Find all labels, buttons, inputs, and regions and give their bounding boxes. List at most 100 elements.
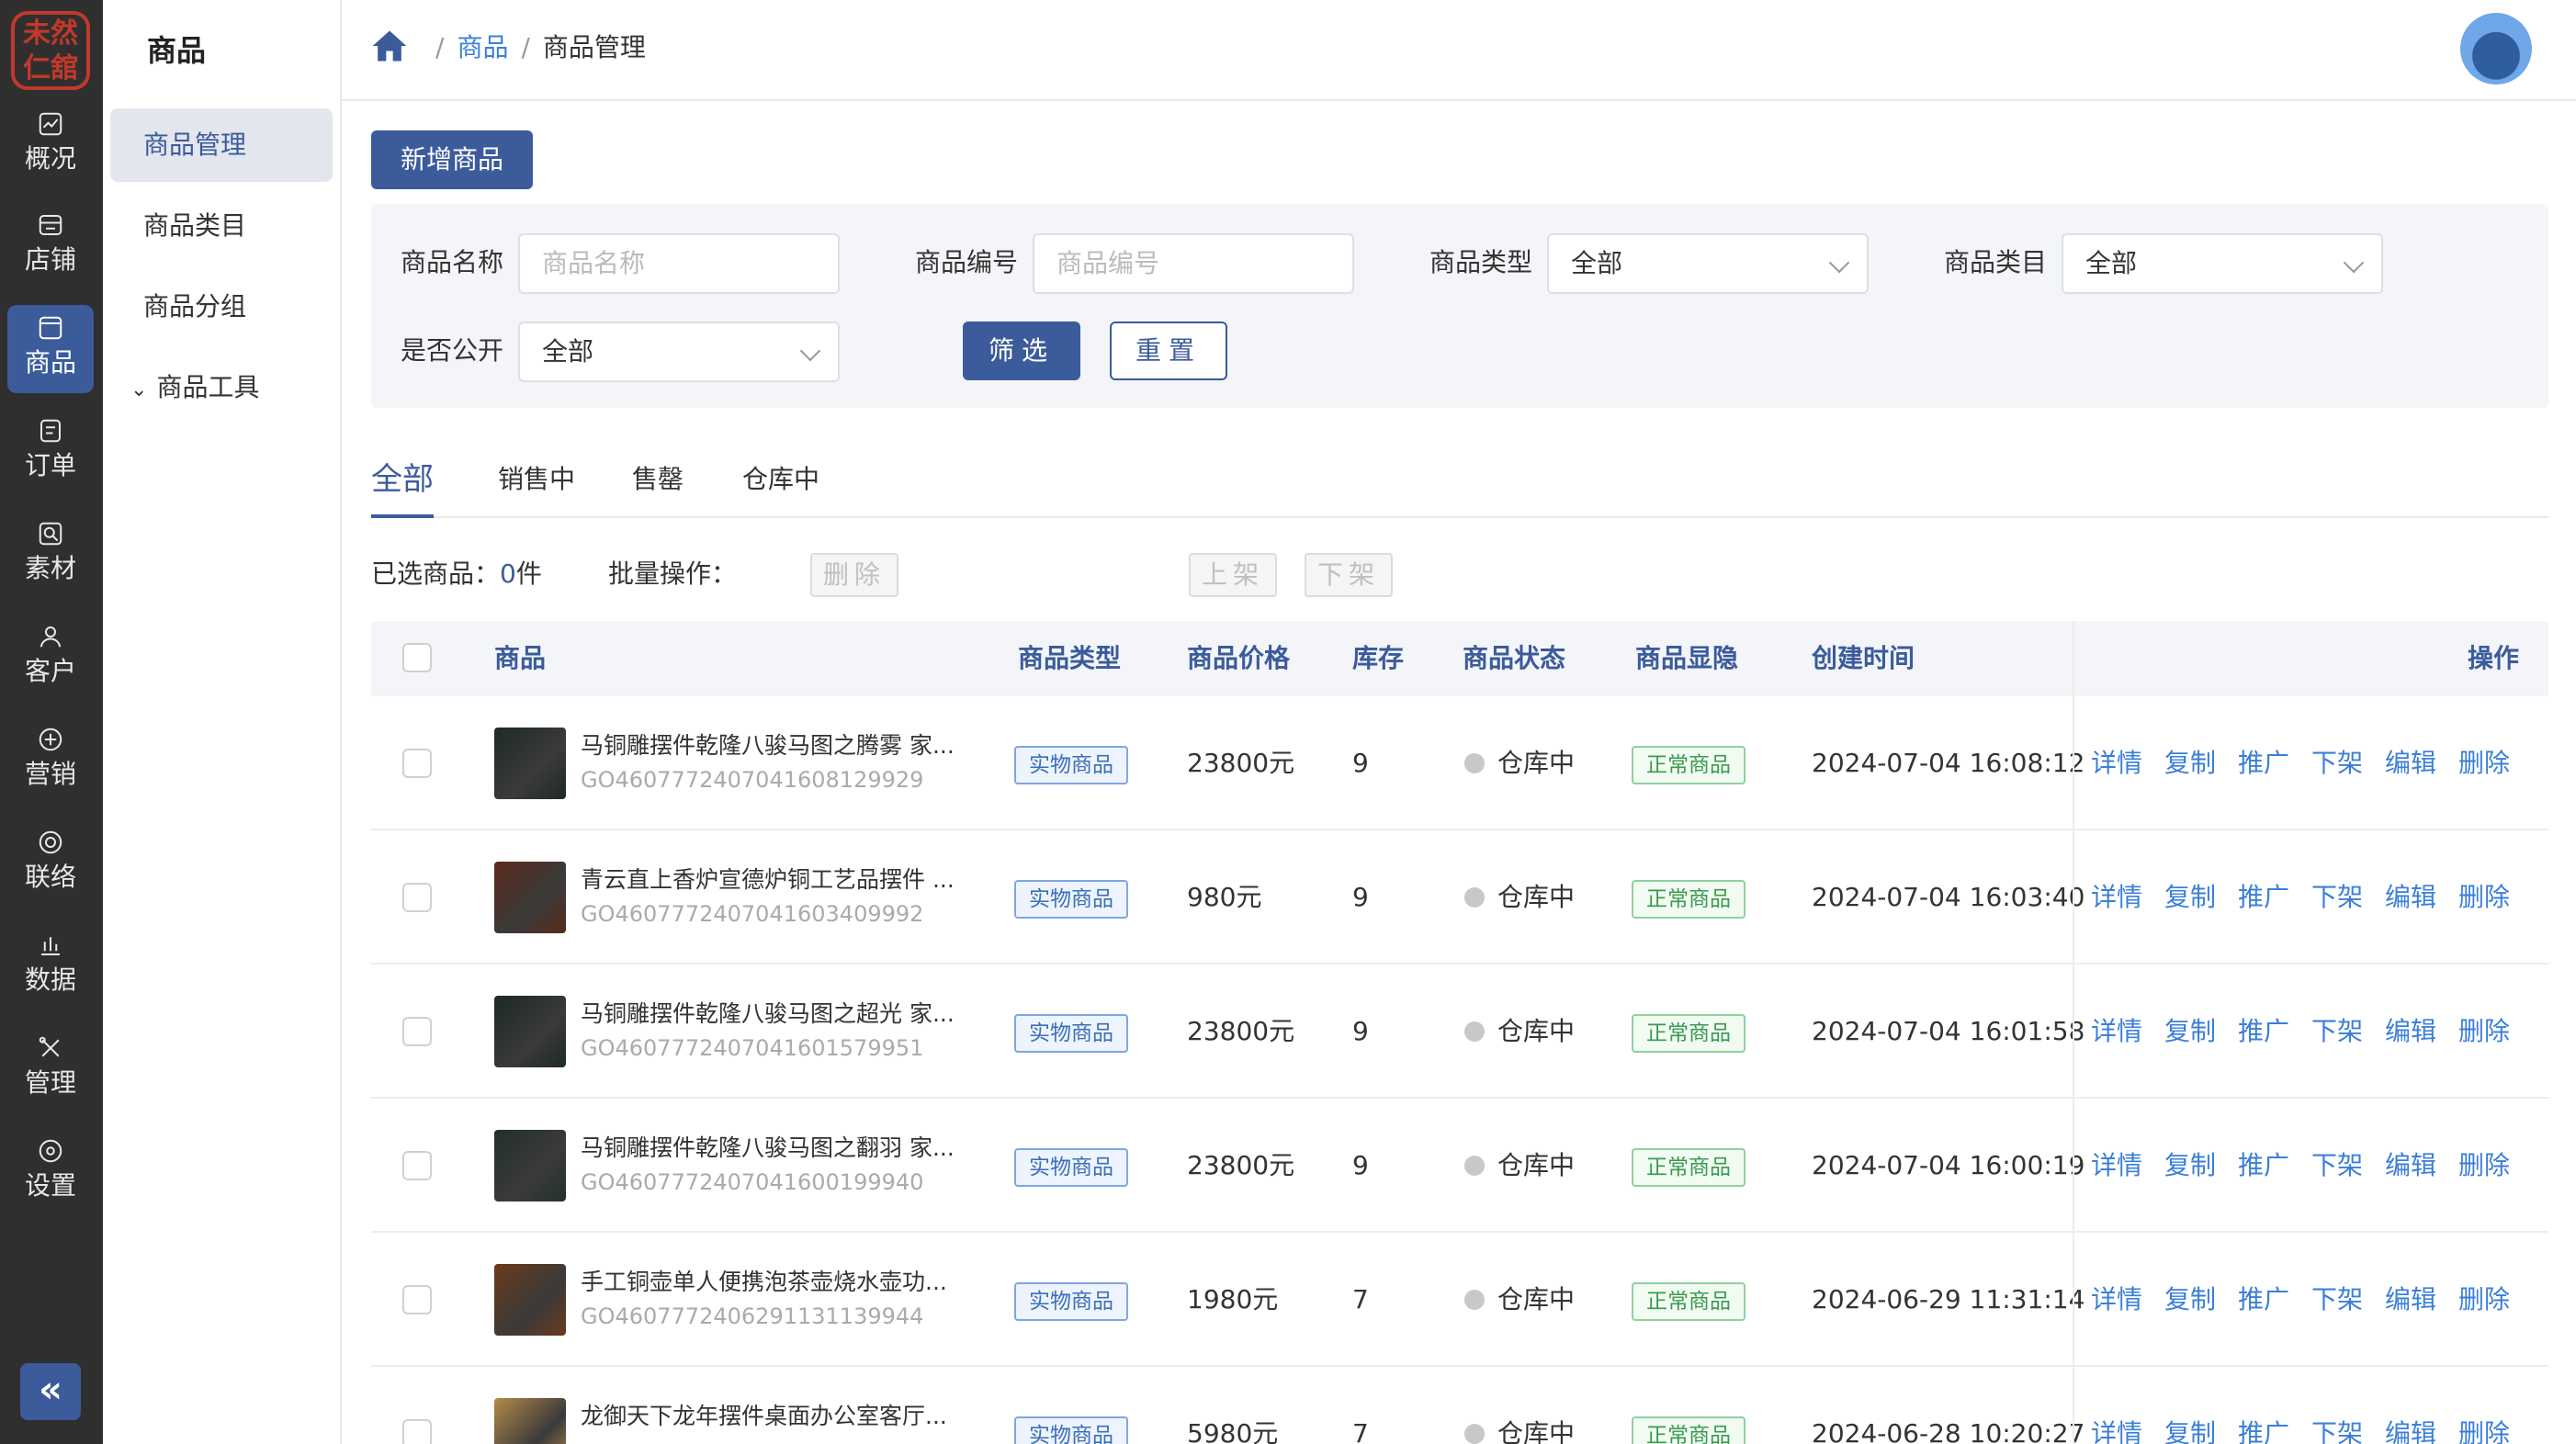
goods-price: 980元	[1187, 882, 1262, 912]
action-detail-link[interactable]: 详情	[2091, 965, 2142, 1099]
goods-thumbnail[interactable]	[494, 862, 566, 933]
tab-all[interactable]: 全部	[371, 443, 434, 518]
action-promote-link[interactable]: 推广	[2238, 830, 2289, 965]
row-checkbox[interactable]	[402, 749, 432, 778]
action-detail-link[interactable]: 详情	[2091, 830, 2142, 965]
goods-name[interactable]: 青云直上香炉宣德炉铜工艺品摆件 ...	[581, 863, 966, 897]
rail-item-customers[interactable]: 客户	[7, 614, 94, 702]
action-copy-link[interactable]: 复制	[2164, 696, 2216, 830]
action-promote-link[interactable]: 推广	[2238, 1099, 2289, 1233]
row-checkbox[interactable]	[402, 883, 432, 912]
rail-item-media[interactable]: 素材	[7, 511, 94, 599]
goods-name[interactable]: 马铜雕摆件乾隆八骏马图之超光 家...	[581, 998, 966, 1031]
action-off-shelf-link[interactable]: 下架	[2311, 696, 2363, 830]
subnav-item-goods-group[interactable]: 商品分组	[110, 270, 333, 344]
subnav-item-goods-tools[interactable]: ⌄ 商品工具	[110, 351, 333, 424]
created-time: 2024-06-29 11:31:14	[1812, 1284, 2085, 1314]
action-edit-link[interactable]: 编辑	[2385, 1099, 2436, 1233]
add-goods-button[interactable]: 新增商品	[371, 130, 533, 189]
subnav-item-label: 商品管理	[143, 130, 247, 160]
user-avatar[interactable]	[2460, 13, 2532, 85]
goods-code-input[interactable]: 商品编号	[1033, 233, 1354, 294]
action-copy-link[interactable]: 复制	[2164, 1233, 2216, 1367]
bulk-ops-label: 批量操作：	[608, 558, 738, 589]
rail-item-goods[interactable]: 商品	[7, 305, 94, 393]
action-promote-link[interactable]: 推广	[2238, 965, 2289, 1099]
tab-sold-out[interactable]: 售罄	[632, 443, 684, 516]
goods-name[interactable]: 手工铜壶单人便携泡茶壶烧水壶功...	[581, 1266, 966, 1299]
goods-name[interactable]: 龙御天下龙年摆件桌面办公室客厅...	[581, 1400, 966, 1433]
goods-thumbnail[interactable]	[494, 1264, 566, 1336]
rail-item-data[interactable]: 数据	[7, 922, 94, 1010]
goods-type-value: 全部	[1571, 248, 1623, 278]
action-detail-link[interactable]: 详情	[2091, 1233, 2142, 1367]
subnav-item-goods-manage[interactable]: 商品管理	[110, 108, 333, 182]
goods-name[interactable]: 马铜雕摆件乾隆八骏马图之腾雾 家...	[581, 729, 966, 762]
goods-thumbnail[interactable]	[494, 1130, 566, 1201]
action-copy-link[interactable]: 复制	[2164, 1099, 2216, 1233]
action-copy-link[interactable]: 复制	[2164, 830, 2216, 965]
home-icon[interactable]	[369, 26, 410, 66]
action-edit-link[interactable]: 编辑	[2385, 1367, 2436, 1444]
goods-type-tag: 实物商品	[1014, 746, 1128, 784]
action-promote-link[interactable]: 推广	[2238, 1233, 2289, 1367]
action-off-shelf-link[interactable]: 下架	[2311, 1233, 2363, 1367]
tab-warehouse[interactable]: 仓库中	[742, 443, 819, 516]
goods-thumbnail[interactable]	[494, 996, 566, 1067]
action-off-shelf-link[interactable]: 下架	[2311, 1367, 2363, 1444]
action-off-shelf-link[interactable]: 下架	[2311, 965, 2363, 1099]
rail-item-store[interactable]: 店铺	[7, 202, 94, 290]
action-promote-link[interactable]: 推广	[2238, 696, 2289, 830]
action-delete-link[interactable]: 删除	[2458, 1099, 2510, 1233]
rail-item-marketing[interactable]: 营销	[7, 716, 94, 805]
created-time: 2024-06-28 10:20:27	[1812, 1418, 2085, 1444]
goods-thumbnail[interactable]	[494, 1398, 566, 1444]
action-delete-link[interactable]: 删除	[2458, 830, 2510, 965]
header-price: 商品价格	[1187, 643, 1291, 673]
action-delete-link[interactable]: 删除	[2458, 1367, 2510, 1444]
action-delete-link[interactable]: 删除	[2458, 696, 2510, 830]
subnav-item-goods-category[interactable]: 商品类目	[110, 189, 333, 263]
reset-button[interactable]: 重置	[1110, 322, 1227, 380]
goods-type-select[interactable]: 全部	[1547, 233, 1869, 294]
row-checkbox[interactable]	[402, 1285, 432, 1314]
action-edit-link[interactable]: 编辑	[2385, 965, 2436, 1099]
goods-category-select[interactable]: 全部	[2062, 233, 2383, 294]
bulk-off-shelf-button[interactable]: 下架	[1305, 553, 1393, 597]
public-select[interactable]: 全部	[518, 322, 840, 382]
header-type: 商品类型	[1018, 643, 1122, 673]
goods-name-input[interactable]: 商品名称	[518, 233, 840, 294]
rail-item-manage[interactable]: 管理	[7, 1025, 94, 1113]
action-off-shelf-link[interactable]: 下架	[2311, 830, 2363, 965]
created-time: 2024-07-04 16:08:12	[1812, 748, 2085, 778]
collapse-sidebar-button[interactable]: «	[20, 1363, 81, 1420]
breadcrumb-goods-link[interactable]: 商品	[457, 32, 508, 62]
bulk-on-shelf-button[interactable]: 上架	[1189, 553, 1277, 597]
filter-button[interactable]: 筛选	[963, 322, 1080, 380]
selected-unit: 件	[515, 558, 542, 589]
action-detail-link[interactable]: 详情	[2091, 1099, 2142, 1233]
tab-on-sale[interactable]: 销售中	[498, 443, 575, 516]
action-promote-link[interactable]: 推广	[2238, 1367, 2289, 1444]
goods-thumbnail[interactable]	[494, 728, 566, 799]
action-detail-link[interactable]: 详情	[2091, 696, 2142, 830]
action-detail-link[interactable]: 详情	[2091, 1367, 2142, 1444]
rail-item-orders[interactable]: 订单	[7, 408, 94, 496]
goods-name[interactable]: 马铜雕摆件乾隆八骏马图之翻羽 家...	[581, 1132, 966, 1165]
action-edit-link[interactable]: 编辑	[2385, 1233, 2436, 1367]
row-checkbox[interactable]	[402, 1017, 432, 1046]
action-edit-link[interactable]: 编辑	[2385, 696, 2436, 830]
rail-item-overview[interactable]: 概况	[7, 101, 94, 189]
row-checkbox[interactable]	[402, 1419, 432, 1444]
action-delete-link[interactable]: 删除	[2458, 1233, 2510, 1367]
rail-item-connect[interactable]: 联络	[7, 819, 94, 908]
action-off-shelf-link[interactable]: 下架	[2311, 1099, 2363, 1233]
bulk-delete-button[interactable]: 删除	[810, 553, 898, 597]
action-copy-link[interactable]: 复制	[2164, 965, 2216, 1099]
row-checkbox[interactable]	[402, 1151, 432, 1180]
action-copy-link[interactable]: 复制	[2164, 1367, 2216, 1444]
action-delete-link[interactable]: 删除	[2458, 965, 2510, 1099]
select-all-checkbox[interactable]	[402, 643, 432, 672]
action-edit-link[interactable]: 编辑	[2385, 830, 2436, 965]
rail-item-settings[interactable]: 设置	[7, 1128, 94, 1216]
